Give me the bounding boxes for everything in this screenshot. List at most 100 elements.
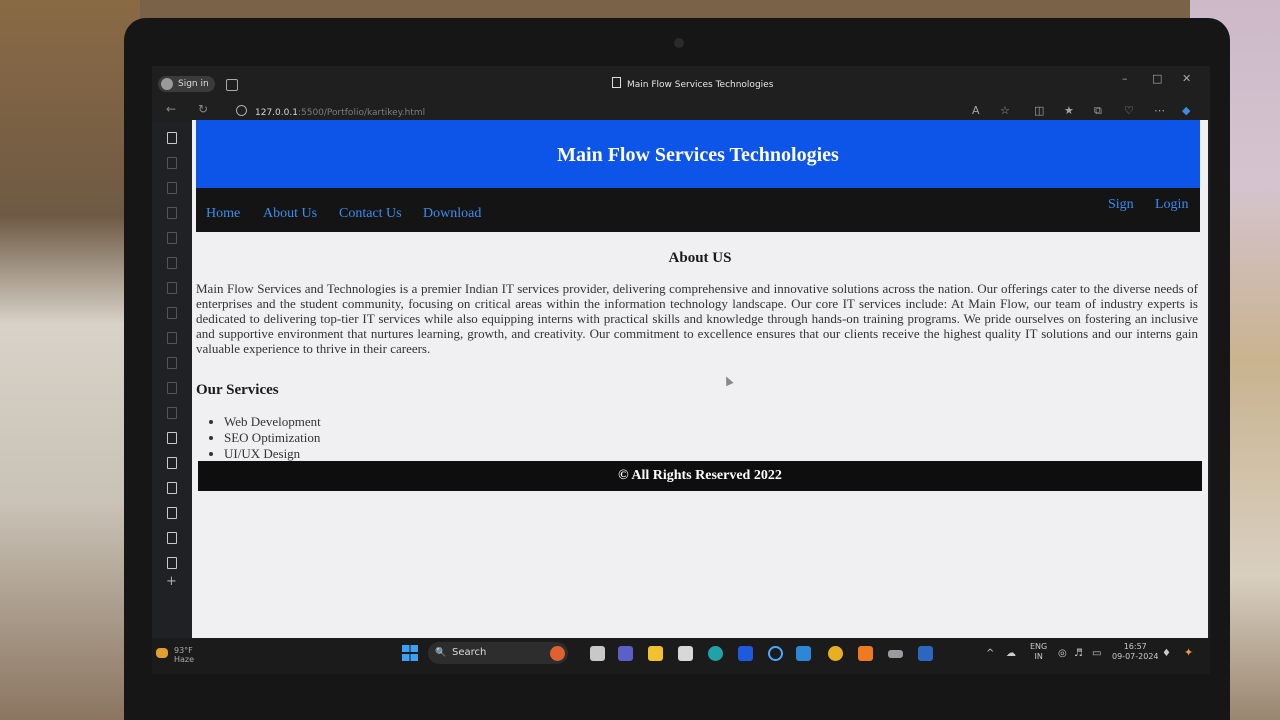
clock-time: 16:57 [1123,642,1147,651]
store-icon[interactable] [678,646,693,661]
site-nav: Home About Us Contact Us Download Sign L… [196,188,1200,232]
weather-desc: Haze [174,655,195,664]
chrome-icon[interactable] [828,646,843,661]
nav-contact-link[interactable]: Contact Us [339,206,402,222]
url-path: :5500/Portfolio/kartikey.html [297,108,426,118]
tab-icon[interactable] [167,382,177,394]
tab-icon[interactable] [167,432,177,444]
tab-icon[interactable] [167,457,177,469]
wifi-icon[interactable]: ◎ [1058,649,1067,659]
tab-icon[interactable] [167,157,177,169]
title-bar: Sign in Main Flow Services Technologies … [152,66,1210,100]
favorites-icon[interactable]: ★ [1064,104,1074,117]
site-header: Main Flow Services Technologies [196,120,1200,188]
region: IN [1034,652,1043,661]
split-screen-icon[interactable]: ◫ [1034,104,1044,117]
tab-icon[interactable] [167,132,177,144]
task-view-icon[interactable] [590,646,605,661]
footer-copyright: © All Rights Reserved 2022 [618,468,782,483]
background-left [0,0,140,720]
mouse-cursor-icon [722,374,734,387]
tab-icon[interactable] [167,332,177,344]
cloud-icon[interactable]: ☁ [1006,649,1016,659]
favorite-star-icon[interactable]: ☆ [1000,104,1010,117]
services-list: Web Development SEO Optimization UI/UX D… [196,414,321,462]
copilot-tray-icon[interactable]: ✦ [1184,647,1193,658]
tab-icon[interactable] [167,282,177,294]
tab-icon[interactable] [167,482,177,494]
tab-icon[interactable] [167,257,177,269]
maximize-icon[interactable]: □ [1152,72,1162,85]
address-bar-row: ← ↻ 127.0.0.1:5500/Portfolio/kartikey.ht… [152,100,1210,122]
chevron-up-icon[interactable]: ^ [986,649,994,659]
refresh-icon[interactable]: ↻ [198,102,208,116]
site-footer: © All Rights Reserved 2022 [198,461,1202,491]
copilot-icon[interactable]: ◆ [1182,104,1190,117]
active-tab[interactable]: Main Flow Services Technologies [612,77,773,90]
avatar-icon [161,78,173,90]
tab-icon[interactable] [167,307,177,319]
close-icon[interactable]: ✕ [1182,72,1191,85]
tab-icon[interactable] [167,207,177,219]
about-heading: About US [668,250,732,266]
copilot-app-icon[interactable] [550,646,565,661]
notification-bell-icon[interactable]: ♦ [1162,649,1171,659]
tab-icon[interactable] [167,557,177,569]
tab-actions-icon[interactable] [226,79,238,91]
start-windows-icon[interactable] [402,645,418,661]
web-page: Main Flow Services Technologies Home Abo… [192,120,1208,638]
battery-icon[interactable]: ▭ [1092,649,1101,659]
site-title: Main Flow Services Technologies [557,144,839,166]
weather-widget[interactable]: 93°F Haze [156,646,195,664]
clock-date: 09-07-2024 [1112,652,1159,661]
tab-icon[interactable] [167,507,177,519]
app-l-icon[interactable] [738,646,753,661]
url-field[interactable]: 127.0.0.1:5500/Portfolio/kartikey.html [236,105,425,118]
url-host: 127.0.0.1 [255,108,298,118]
minimize-icon[interactable]: – [1122,72,1128,85]
list-item: SEO Optimization [224,430,321,446]
read-aloud-icon[interactable]: A [972,104,980,117]
nav-login-link[interactable]: Login [1155,197,1188,213]
app-icon[interactable] [888,650,903,658]
file-explorer-icon[interactable] [648,646,663,661]
tab-icon[interactable] [167,182,177,194]
collections-icon[interactable]: ⧉ [1094,104,1102,118]
nav-home-link[interactable]: Home [206,206,240,222]
sign-in-label: Sign in [178,79,209,89]
nav-download-link[interactable]: Download [423,206,481,222]
webcam [674,38,684,48]
language-indicator[interactable]: ENG IN [1030,642,1047,662]
new-tab-icon[interactable]: + [166,574,177,589]
cortana-icon[interactable] [768,646,783,661]
weather-temp: 93°F [174,646,193,655]
tab-icon[interactable] [167,532,177,544]
about-paragraph: Main Flow Services and Technologies is a… [196,281,1198,356]
vertical-tabs-sidebar: + [152,122,190,638]
browser-window: Sign in Main Flow Services Technologies … [152,66,1210,638]
tab-icon[interactable] [167,407,177,419]
edge-icon[interactable] [708,646,723,661]
teams-icon[interactable] [618,646,633,661]
volume-icon[interactable]: ♬ [1074,649,1083,659]
tab-icon[interactable] [167,232,177,244]
document-icon [612,77,621,88]
clock[interactable]: 16:57 09-07-2024 [1112,642,1159,662]
language: ENG [1030,642,1048,651]
xampp-icon[interactable] [858,646,873,661]
back-icon[interactable]: ← [166,102,176,116]
tab-icon[interactable] [167,357,177,369]
windows-taskbar: 93°F Haze Search ^ ☁ ENG IN ◎ ♬ ▭ 16:57 … [152,638,1210,674]
vscode-icon[interactable] [796,646,811,661]
list-item: UI/UX Design [224,446,321,462]
tab-title: Main Flow Services Technologies [627,80,774,90]
taskbar-search[interactable]: Search [428,642,568,664]
nav-sign-link[interactable]: Sign [1108,197,1134,213]
services-heading: Our Services [196,382,279,398]
more-options-icon[interactable]: ⋯ [1154,104,1165,117]
nav-about-link[interactable]: About Us [263,206,317,222]
profile-sign-in-button[interactable]: Sign in [158,76,215,92]
site-info-icon[interactable] [236,105,247,116]
word-icon[interactable] [918,646,933,661]
browser-essentials-icon[interactable]: ♡ [1124,104,1134,117]
